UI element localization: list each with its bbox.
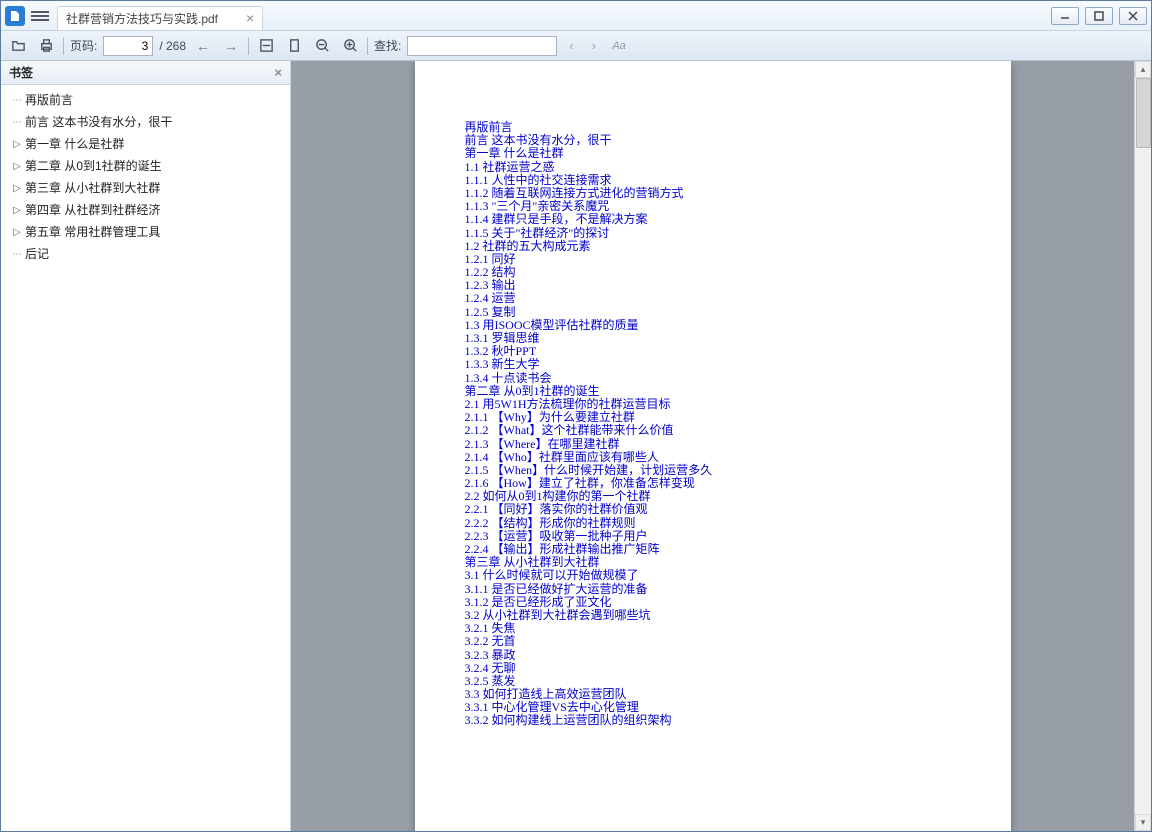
toc-link[interactable]: 1.2 社群的五大构成元素 xyxy=(465,240,961,253)
toc-link[interactable]: 3.2.1 失焦 xyxy=(465,622,961,635)
expand-icon[interactable]: ▷ xyxy=(11,138,23,150)
toc-link[interactable]: 1.1.1 人性中的社交连接需求 xyxy=(465,174,961,187)
bookmark-label: 后记 xyxy=(25,245,49,263)
find-input[interactable] xyxy=(407,36,557,56)
bookmark-label: 第二章 从0到1社群的诞生 xyxy=(25,157,162,175)
leaf-icon: ⋯ xyxy=(11,93,23,108)
toc-link[interactable]: 3.1.1 是否已经做好扩大运营的准备 xyxy=(465,583,961,596)
bookmark-item[interactable]: ⋯再版前言 xyxy=(1,89,290,111)
bookmark-item[interactable]: ▷第二章 从0到1社群的诞生 xyxy=(1,155,290,177)
zoom-in-button[interactable] xyxy=(339,35,361,57)
toc-link[interactable]: 1.2.5 复制 xyxy=(465,306,961,319)
toc-link[interactable]: 1.2.2 结构 xyxy=(465,266,961,279)
window-controls xyxy=(1051,7,1147,25)
vertical-scrollbar[interactable]: ▴ ▾ xyxy=(1134,61,1151,831)
toc-link[interactable]: 3.2.2 无首 xyxy=(465,635,961,648)
find-label: 查找: xyxy=(374,37,401,54)
bookmarks-sidebar: 书签 × ⋯再版前言⋯前言 这本书没有水分，很干▷第一章 什么是社群▷第二章 从… xyxy=(1,61,291,831)
page-label: 页码: xyxy=(70,37,97,54)
prev-page-icon[interactable]: ← xyxy=(192,38,214,54)
close-button[interactable] xyxy=(1119,7,1147,25)
toc-link[interactable]: 第一章 什么是社群 xyxy=(465,147,961,160)
toc-link[interactable]: 1.3.1 罗辑思维 xyxy=(465,332,961,345)
toc-link[interactable]: 第二章 从0到1社群的诞生 xyxy=(465,385,961,398)
bookmark-label: 第五章 常用社群管理工具 xyxy=(25,223,160,241)
document-tab[interactable]: 社群营销方法技巧与实践.pdf × xyxy=(57,6,263,30)
expand-icon[interactable]: ▷ xyxy=(11,226,23,238)
bookmark-label: 前言 这本书没有水分，很干 xyxy=(25,113,172,131)
tab-title: 社群营销方法技巧与实践.pdf xyxy=(66,10,218,27)
content-area: 书签 × ⋯再版前言⋯前言 这本书没有水分，很干▷第一章 什么是社群▷第二章 从… xyxy=(1,61,1151,831)
app-window: 社群营销方法技巧与实践.pdf × 页码: / 268 ← → 查找: ‹ › … xyxy=(0,0,1152,832)
page-total: / 268 xyxy=(159,39,186,53)
toc-link[interactable]: 1.1.4 建群只是手段，不是解决方案 xyxy=(465,213,961,226)
expand-icon[interactable]: ▷ xyxy=(11,182,23,194)
bookmark-item[interactable]: ▷第四章 从社群到社群经济 xyxy=(1,199,290,221)
zoom-out-button[interactable] xyxy=(311,35,333,57)
bookmarks-list: ⋯再版前言⋯前言 这本书没有水分，很干▷第一章 什么是社群▷第二章 从0到1社群… xyxy=(1,85,290,831)
page-number-input[interactable] xyxy=(103,36,153,56)
leaf-icon: ⋯ xyxy=(11,115,23,130)
find-prev-icon[interactable]: ‹ xyxy=(563,38,579,53)
scroll-thumb[interactable] xyxy=(1136,78,1151,148)
minimize-button[interactable] xyxy=(1051,7,1079,25)
menu-icon[interactable] xyxy=(31,7,49,25)
scroll-up-icon[interactable]: ▴ xyxy=(1135,61,1151,78)
toc-link[interactable]: 1.3.3 新生大学 xyxy=(465,358,961,371)
open-file-button[interactable] xyxy=(7,35,29,57)
toc-link[interactable]: 1.2.3 输出 xyxy=(465,279,961,292)
toc-link[interactable]: 2.1.2 【What】这个社群能带来什么价值 xyxy=(465,424,961,437)
expand-icon[interactable]: ▷ xyxy=(11,204,23,216)
sidebar-title: 书签 xyxy=(9,64,33,81)
toc-link[interactable]: 1.2.1 同好 xyxy=(465,253,961,266)
toc-link[interactable]: 2.2.1 【同好】落实你的社群价值观 xyxy=(465,503,961,516)
toc-link[interactable]: 1.1.5 关于"社群经济"的探讨 xyxy=(465,227,961,240)
bookmark-item[interactable]: ▷第三章 从小社群到大社群 xyxy=(1,177,290,199)
sidebar-header: 书签 × xyxy=(1,61,290,85)
bookmark-label: 第四章 从社群到社群经济 xyxy=(25,201,160,219)
toc-link[interactable]: 3.2 从小社群到大社群会遇到哪些坑 xyxy=(465,609,961,622)
toc-link[interactable]: 3.3.2 如何构建线上运营团队的组织架构 xyxy=(465,714,961,727)
tab-close-icon[interactable]: × xyxy=(246,10,254,26)
bookmark-item[interactable]: ⋯后记 xyxy=(1,243,290,265)
fit-width-button[interactable] xyxy=(255,35,277,57)
toc-link[interactable]: 3.1 什么时候就可以开始做规模了 xyxy=(465,569,961,582)
toc-link[interactable]: 2.1.3 【Where】在哪里建社群 xyxy=(465,438,961,451)
titlebar: 社群营销方法技巧与实践.pdf × xyxy=(1,1,1151,31)
print-button[interactable] xyxy=(35,35,57,57)
bookmark-label: 再版前言 xyxy=(25,91,73,109)
app-icon xyxy=(5,6,25,26)
bookmark-label: 第一章 什么是社群 xyxy=(25,135,124,153)
toc-link[interactable]: 1.1 社群运营之惑 xyxy=(465,161,961,174)
match-case-button[interactable]: Aa xyxy=(608,35,630,57)
bookmark-item[interactable]: ▷第五章 常用社群管理工具 xyxy=(1,221,290,243)
toc-link[interactable]: 2.1.4 【Who】社群里面应该有哪些人 xyxy=(465,451,961,464)
maximize-button[interactable] xyxy=(1085,7,1113,25)
toc-link[interactable]: 3.2.3 暴政 xyxy=(465,649,961,662)
sidebar-close-icon[interactable]: × xyxy=(274,65,282,80)
pdf-page: 再版前言前言 这本书没有水分，很干第一章 什么是社群1.1 社群运营之惑1.1.… xyxy=(415,61,1011,831)
next-page-icon[interactable]: → xyxy=(220,38,242,54)
toc-link[interactable]: 2.2.2 【结构】形成你的社群规则 xyxy=(465,517,961,530)
fit-page-button[interactable] xyxy=(283,35,305,57)
bookmark-item[interactable]: ▷第一章 什么是社群 xyxy=(1,133,290,155)
scroll-down-icon[interactable]: ▾ xyxy=(1135,814,1151,831)
toolbar: 页码: / 268 ← → 查找: ‹ › Aa xyxy=(1,31,1151,61)
toc-link[interactable]: 3.2.4 无聊 xyxy=(465,662,961,675)
bookmark-item[interactable]: ⋯前言 这本书没有水分，很干 xyxy=(1,111,290,133)
document-scroll[interactable]: 再版前言前言 这本书没有水分，很干第一章 什么是社群1.1 社群运营之惑1.1.… xyxy=(291,61,1134,831)
toc-link[interactable]: 1.3.4 十点读书会 xyxy=(465,372,961,385)
toc-link[interactable]: 1.2.4 运营 xyxy=(465,292,961,305)
document-viewport: 再版前言前言 这本书没有水分，很干第一章 什么是社群1.1 社群运营之惑1.1.… xyxy=(291,61,1151,831)
bookmark-label: 第三章 从小社群到大社群 xyxy=(25,179,160,197)
find-next-icon[interactable]: › xyxy=(586,38,602,53)
toc-link[interactable]: 3.1.2 是否已经形成了亚文化 xyxy=(465,596,961,609)
expand-icon[interactable]: ▷ xyxy=(11,160,23,172)
leaf-icon: ⋯ xyxy=(11,247,23,262)
